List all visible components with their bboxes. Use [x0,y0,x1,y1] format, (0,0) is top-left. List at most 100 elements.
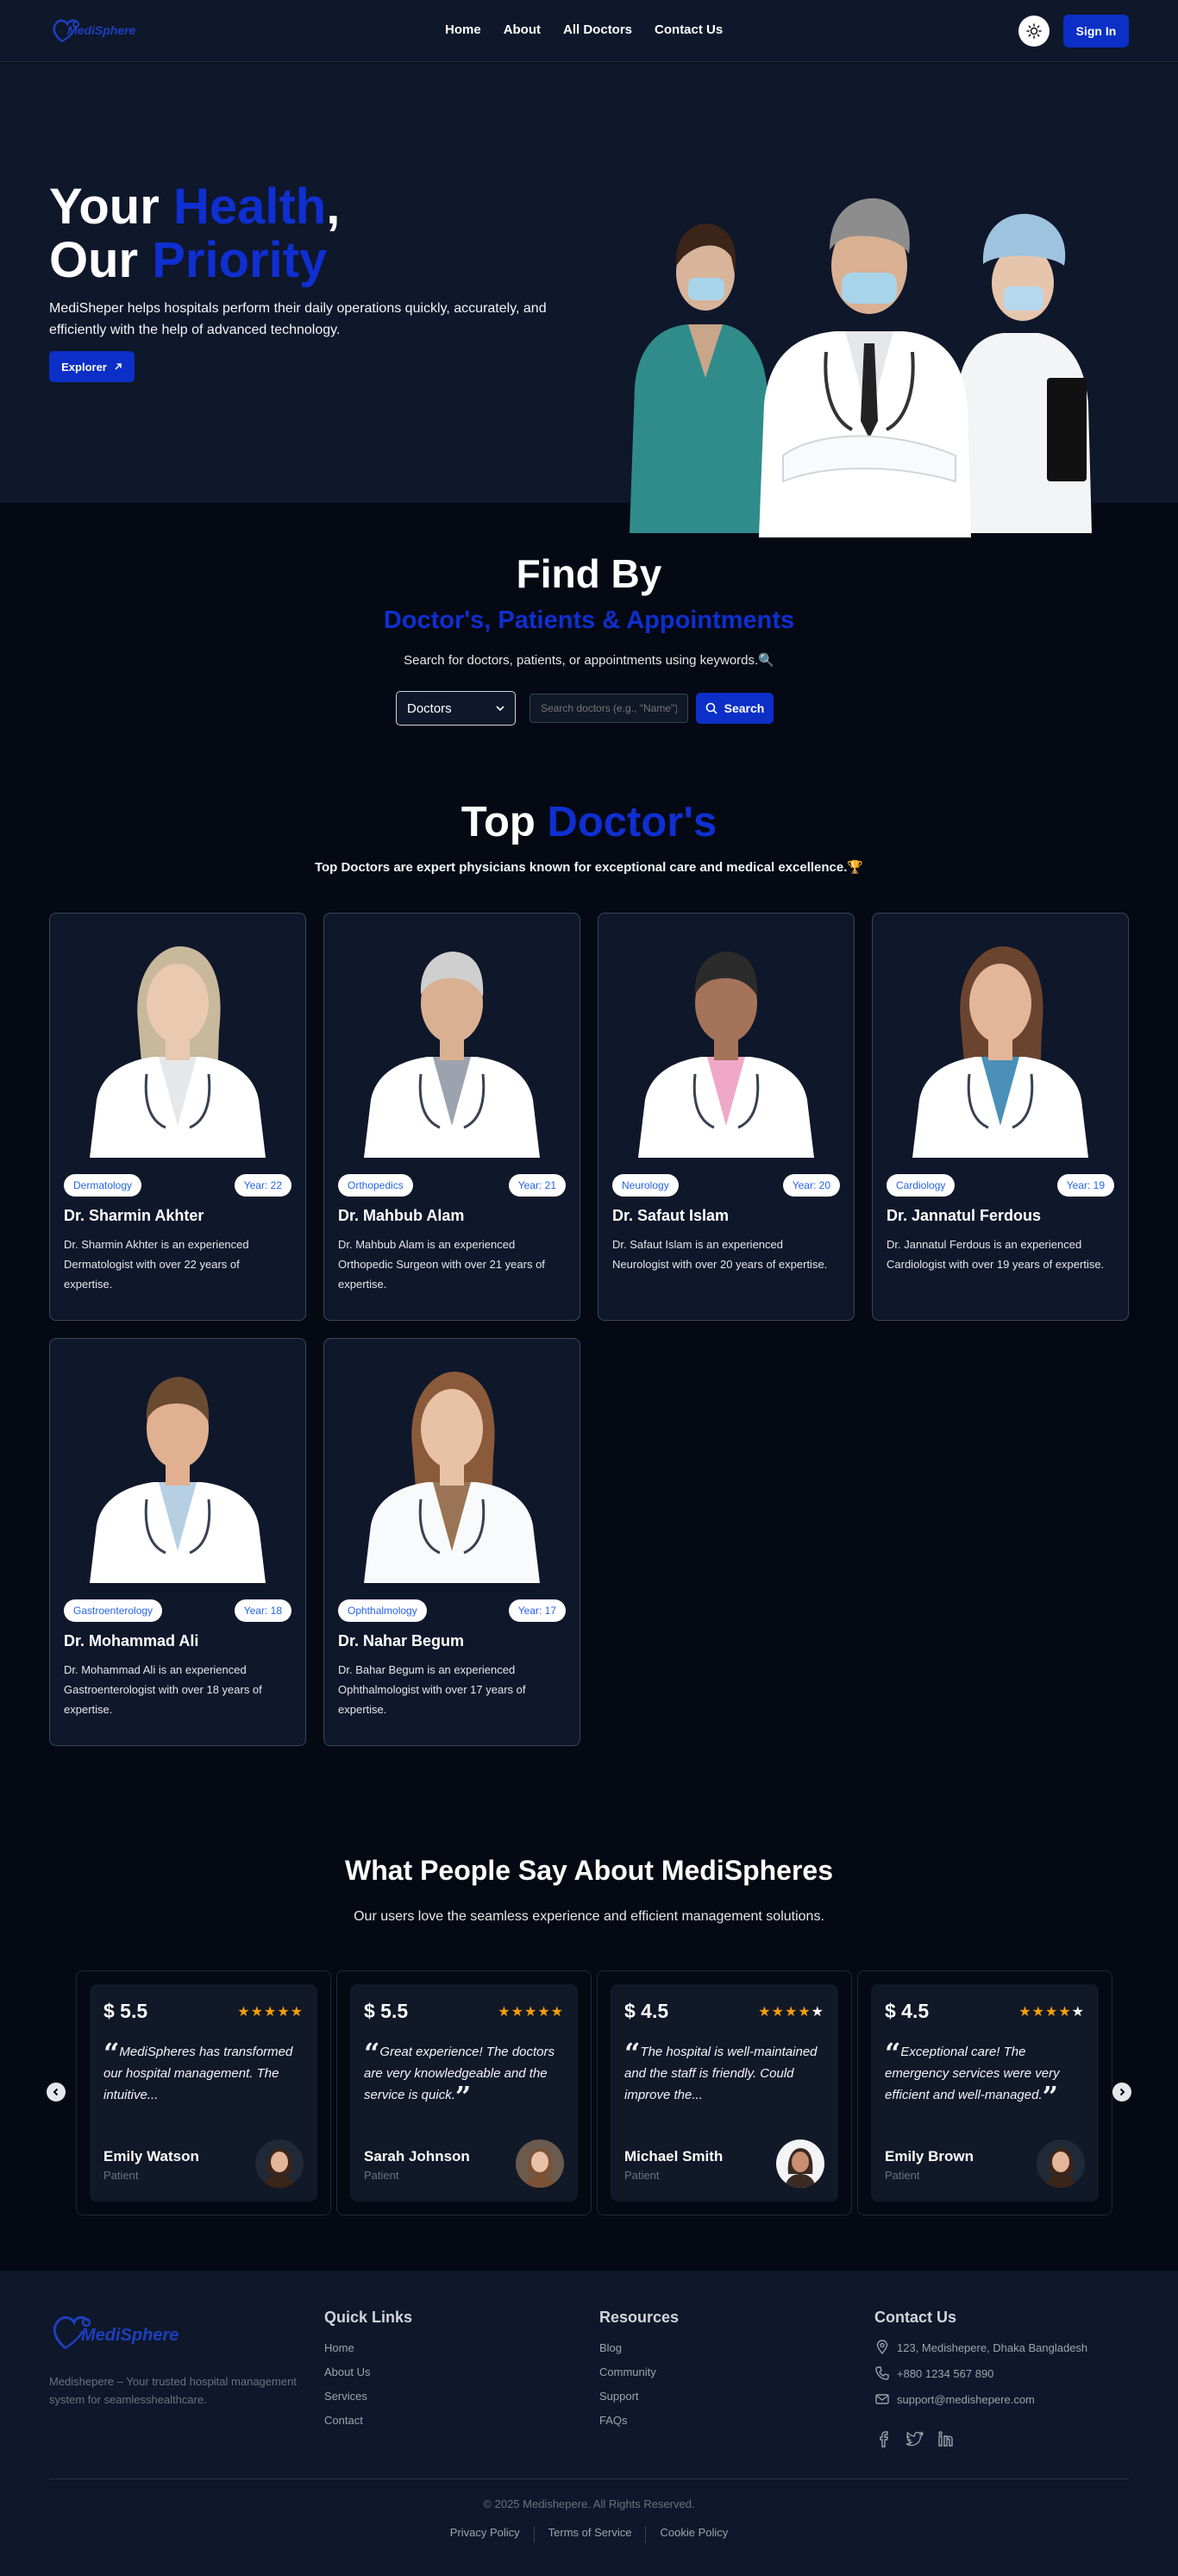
footer-link-home[interactable]: Home [324,2341,354,2354]
testimonial-quote-text: MediSpheres has transformed our hospital… [103,2045,293,2102]
star-filled-icon: ★ [250,2005,264,2020]
testimonial-card: $ 5.5 ★★★★★ “MediSpheres has transformed o… [76,1970,331,2215]
star-rating: ★★★★★ [758,2003,824,2020]
testimonial-quote: “The hospital is well-maintained and the… [624,2039,824,2106]
footer-link-contact[interactable]: Contact [324,2414,363,2427]
specialty-badge: Dermatology [64,1174,142,1197]
doctor-name[interactable]: Dr. Nahar Begum [338,1632,464,1650]
footer-link-faqs[interactable]: FAQs [599,2414,628,2427]
mail-icon [875,2394,889,2404]
star-filled-icon: ★ [1031,2005,1045,2020]
star-filled-icon: ★ [290,2005,304,2020]
doctor-photo [338,927,566,1158]
footer-address: 123, Medishepere, Dhaka Bangladesh [874,2340,1087,2355]
doctor-card[interactable]: Ophthalmology Year: 17 Dr. Nahar Begum Dr. … [323,1338,580,1746]
avatar [1037,2139,1085,2188]
specialty-badge: Ophthalmology [338,1599,427,1622]
doctor-name[interactable]: Dr. Mahbub Alam [338,1207,464,1225]
footer-logo[interactable]: MediSphere [50,2307,188,2359]
quick-links-title: Quick Links [324,2309,413,2326]
footer-tagline: Medishepere – Your trusted hospital mana… [49,2375,297,2406]
testimonial-quote-text: The hospital is well-maintained and the … [624,2045,818,2102]
footer-email[interactable]: support@medishepere.com [874,2391,1035,2407]
hero-title-your: Your [49,179,173,235]
doctor-card[interactable]: Neurology Year: 20 Dr. Safaut Islam Dr. Saf… [598,913,855,1321]
medisphere-logo[interactable]: MediSphere [50,12,145,50]
testimonial-quote: “Great experience! The doctors are very … [364,2039,564,2110]
testimonial-card-body: $ 5.5 ★★★★★ “Great experience! The doctors… [350,1984,578,2202]
quote-close-icon: ” [1042,2080,1059,2113]
star-rating: ★★★★★ [1018,2003,1085,2020]
phone-icon [875,2366,889,2380]
carousel-next-button[interactable] [1112,2083,1131,2102]
hero-description: MediSheper helps hospitals perform their… [49,301,547,337]
carousel-prev-button[interactable] [47,2083,66,2102]
doctor-card[interactable]: Gastroenterology Year: 18 Dr. Mohammad Ali… [49,1338,306,1746]
privacy-policy-link[interactable]: Privacy Policy [436,2526,534,2543]
doctor-card[interactable]: Cardiology Year: 19 Dr. Jannatul Ferdous Dr… [872,913,1129,1321]
explorer-button[interactable]: Explorer [49,351,135,382]
copyright-text: © 2025 Medishepere. All Rights Reserved. [483,2497,695,2510]
testimonial-quote-text: Exceptional care! The emergency services… [885,2045,1060,2102]
hero-title-our: Our [49,232,153,288]
testimonial-price: $ 4.5 [885,2000,930,2022]
star-filled-icon: ★ [523,2005,538,2020]
doctor-name[interactable]: Dr. Jannatul Ferdous [887,1207,1041,1225]
experience-year-badge: Year: 19 [1056,1174,1114,1197]
doctor-name[interactable]: Dr. Safaut Islam [612,1207,729,1225]
star-empty-icon: ★ [1071,2005,1085,2020]
testimonial-card: $ 4.5 ★★★★★ “The hospital is well-maintain… [597,1970,852,2215]
nav-all-doctors[interactable]: All Doctors [563,22,632,37]
star-filled-icon: ★ [1018,2005,1032,2020]
nav-about[interactable]: About [504,22,541,37]
doctor-photo [64,927,291,1158]
footer-link-about-us[interactable]: About Us [324,2366,370,2378]
testimonial-price: $ 5.5 [103,2000,148,2022]
quote-open-icon: “ [885,2037,901,2070]
chevron-down-icon [496,706,504,712]
nav-contact-us[interactable]: Contact Us [655,22,723,37]
logo-text: MediSphere [67,23,136,37]
doctor-name[interactable]: Dr. Mohammad Ali [64,1632,198,1650]
doctor-photo [338,1353,566,1583]
footer-phone-text: +880 1234 567 890 [897,2366,994,2380]
cookie-policy-link[interactable]: Cookie Policy [646,2526,742,2543]
footer-link-support[interactable]: Support [599,2390,639,2403]
hero-title: Your Health, Our Priority [49,180,340,287]
twitter-icon[interactable] [905,2429,924,2448]
doctor-photo [64,1353,291,1583]
search-input[interactable] [529,694,688,723]
terms-of-service-link[interactable]: Terms of Service [535,2526,646,2543]
footer-phone[interactable]: +880 1234 567 890 [874,2366,993,2381]
footer-link-community[interactable]: Community [599,2366,656,2378]
sign-in-button[interactable]: Sign In [1063,15,1129,47]
facebook-icon[interactable] [874,2429,893,2448]
star-filled-icon: ★ [263,2005,278,2020]
avatar-image [255,2139,304,2188]
linkedin-icon[interactable] [937,2429,956,2448]
explorer-label: Explorer [61,360,107,374]
doctor-name[interactable]: Dr. Sharmin Akhter [64,1207,204,1225]
reviewer-name: Sarah Johnson [364,2148,470,2164]
sun-icon [1026,23,1042,39]
search-button-label: Search [724,701,765,715]
find-by-description: Search for doctors, patients, or appoint… [404,653,774,668]
specialty-badge: Gastroenterology [64,1599,163,1622]
doctor-card[interactable]: Dermatology Year: 22 Dr. Sharmin Akhter Dr.… [49,913,306,1321]
search-category-select[interactable]: Doctors [396,691,516,726]
avatar [516,2139,564,2188]
doctor-card[interactable]: Orthopedics Year: 21 Dr. Mahbub Alam Dr. Ma… [323,913,580,1321]
theme-toggle-button[interactable] [1018,16,1050,47]
star-filled-icon: ★ [537,2005,551,2020]
search-icon [705,702,717,714]
nav-home[interactable]: Home [445,22,481,37]
search-button[interactable]: Search [696,693,774,724]
star-filled-icon: ★ [550,2005,564,2020]
star-filled-icon: ★ [758,2005,772,2020]
star-filled-icon: ★ [771,2005,785,2020]
reviewer-name: Emily Watson [103,2148,199,2164]
quote-open-icon: “ [624,2037,641,2070]
footer-link-blog[interactable]: Blog [599,2341,622,2354]
testimonial-card-body: $ 4.5 ★★★★★ “The hospital is well-maintain… [611,1984,838,2202]
footer-link-services[interactable]: Services [324,2390,367,2403]
